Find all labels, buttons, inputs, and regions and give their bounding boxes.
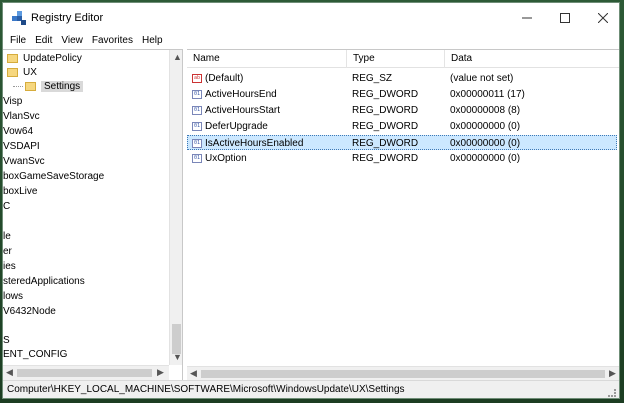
scroll-right-icon[interactable]: ▶ <box>157 367 164 378</box>
window-title: Registry Editor <box>31 12 104 24</box>
scroll-left-icon[interactable]: ◀ <box>190 368 197 379</box>
menu-edit[interactable]: Edit <box>35 35 52 46</box>
dword-value-icon: 01 <box>192 121 202 131</box>
list-header: Name Type Data <box>187 50 619 68</box>
tree-item[interactable]: VSDAPI <box>3 140 40 154</box>
minimize-icon <box>522 17 532 18</box>
dword-value-icon: 01 <box>192 105 202 115</box>
dword-value-icon: 01 <box>192 89 202 99</box>
tree-item[interactable]: VlanSvc <box>3 110 40 124</box>
list-horizontal-scroll-thumb[interactable] <box>201 370 605 378</box>
scroll-right-icon[interactable]: ▶ <box>609 368 616 379</box>
tree-item[interactable]: le <box>3 230 11 244</box>
current-key-path: Computer\HKEY_LOCAL_MACHINE\SOFTWARE\Mic… <box>7 384 405 395</box>
minimize-button[interactable] <box>509 3 545 32</box>
tree-vertical-scroll-thumb[interactable] <box>172 324 181 354</box>
resize-grip[interactable] <box>608 389 616 397</box>
string-value-icon: ab <box>192 73 202 83</box>
tree-item-selected[interactable]: Settings <box>25 80 84 94</box>
menu-file[interactable]: File <box>10 35 26 46</box>
tree-item[interactable]: ENT_CONFIG <box>3 348 67 362</box>
tree-item[interactable]: boxLive <box>3 185 37 199</box>
tree-item[interactable]: UpdatePolicy <box>7 52 82 66</box>
tree-item[interactable]: VwanSvc <box>3 155 45 169</box>
value-row[interactable]: 01 ActiveHoursStart REG_DWORD 0x00000008 … <box>187 103 617 118</box>
folder-icon <box>7 53 18 63</box>
tree-item[interactable]: V6432Node <box>3 305 56 319</box>
list-horizontal-scrollbar[interactable]: ◀ ▶ <box>187 366 619 380</box>
value-row[interactable]: 01 UxOption REG_DWORD 0x00000000 (0) <box>187 151 617 166</box>
menu-help[interactable]: Help <box>142 35 163 46</box>
tree-item[interactable]: C <box>3 200 10 214</box>
value-row[interactable]: 01 ActiveHoursEnd REG_DWORD 0x00000011 (1… <box>187 87 617 102</box>
registry-editor-icon <box>12 11 26 25</box>
dword-value-icon: 01 <box>192 153 202 163</box>
scroll-up-icon[interactable]: ▲ <box>173 52 182 62</box>
status-bar: Computer\HKEY_LOCAL_MACHINE\SOFTWARE\Mic… <box>3 380 619 398</box>
tree-vertical-scrollbar[interactable]: ▲ ▼ <box>169 50 182 365</box>
column-header-data[interactable]: Data <box>445 50 619 68</box>
scroll-down-icon[interactable]: ▼ <box>173 352 182 362</box>
menu-favorites[interactable]: Favorites <box>92 35 133 46</box>
close-icon <box>598 12 608 23</box>
tree-connector <box>13 86 23 87</box>
menu-bar: File Edit View Favorites Help <box>3 32 619 49</box>
key-tree-pane[interactable]: UpdatePolicy UX Settings Visp VlanSvc Vo… <box>3 49 183 380</box>
tree-item[interactable]: er <box>3 245 12 259</box>
maximize-button[interactable] <box>547 3 583 32</box>
title-bar[interactable]: Registry Editor <box>3 3 619 32</box>
menu-view[interactable]: View <box>61 35 83 46</box>
tree-item[interactable]: Vow64 <box>3 125 33 139</box>
tree-item[interactable]: Visp <box>3 95 22 109</box>
column-header-type[interactable]: Type <box>347 50 445 68</box>
tree-item[interactable]: lows <box>3 290 23 304</box>
value-row-selected[interactable]: 01 IsActiveHoursEnabled REG_DWORD 0x00000… <box>187 135 617 150</box>
close-button[interactable] <box>585 3 619 32</box>
folder-icon <box>25 81 36 91</box>
tree-item[interactable]: UX <box>7 66 37 80</box>
folder-icon <box>7 67 18 77</box>
column-header-name[interactable]: Name <box>187 50 347 68</box>
values-list-pane[interactable]: Name Type Data ab (Default) REG_SZ (value… <box>187 49 619 380</box>
tree-item[interactable]: boxGameSaveStorage <box>3 170 104 184</box>
maximize-icon <box>560 12 570 23</box>
registry-editor-window: Registry Editor File Edit View Favorites… <box>2 2 620 399</box>
dword-value-icon: 01 <box>192 138 202 148</box>
tree-item[interactable]: S <box>3 334 10 348</box>
tree-horizontal-scrollbar[interactable]: ◀ ▶ <box>3 365 169 380</box>
value-row[interactable]: 01 DeferUpgrade REG_DWORD 0x00000000 (0) <box>187 119 617 134</box>
value-row[interactable]: ab (Default) REG_SZ (value not set) <box>187 71 617 86</box>
tree-item[interactable]: steredApplications <box>3 275 85 289</box>
scroll-left-icon[interactable]: ◀ <box>6 367 13 378</box>
tree-item[interactable]: ies <box>3 260 16 274</box>
tree-horizontal-scroll-thumb[interactable] <box>17 369 152 377</box>
